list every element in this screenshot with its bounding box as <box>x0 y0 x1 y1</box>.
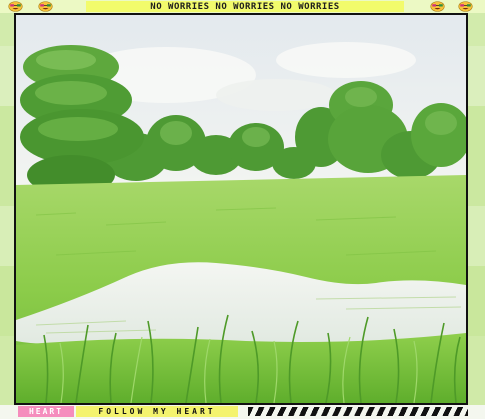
cloud <box>276 42 416 78</box>
cloud <box>216 79 336 111</box>
no-worries-text: NO WORRIES NO WORRIES NO WORRIES <box>150 1 340 12</box>
bottom-banner: HEART FOLLOW MY HEART <box>0 405 485 419</box>
follow-my-heart-label: FOLLOW MY HEART <box>98 407 216 416</box>
grinning-face-with-glasses-icon <box>8 1 23 12</box>
grinning-face-with-glasses-icon <box>458 1 473 12</box>
heart-tag: HEART <box>18 406 74 417</box>
grinning-face-with-glasses-icon <box>38 1 53 12</box>
hazard-stripes <box>248 407 468 416</box>
grinning-face-with-glasses-icon <box>430 1 445 12</box>
top-banner-label: NO WORRIES NO WORRIES NO WORRIES <box>86 1 404 12</box>
heart-label: HEART <box>28 407 64 416</box>
follow-tag: FOLLOW MY HEART <box>76 406 238 417</box>
top-banner: NO WORRIES NO WORRIES NO WORRIES <box>0 0 485 13</box>
meadow-landscape-illustration <box>16 15 466 403</box>
landscape-frame <box>14 13 468 405</box>
